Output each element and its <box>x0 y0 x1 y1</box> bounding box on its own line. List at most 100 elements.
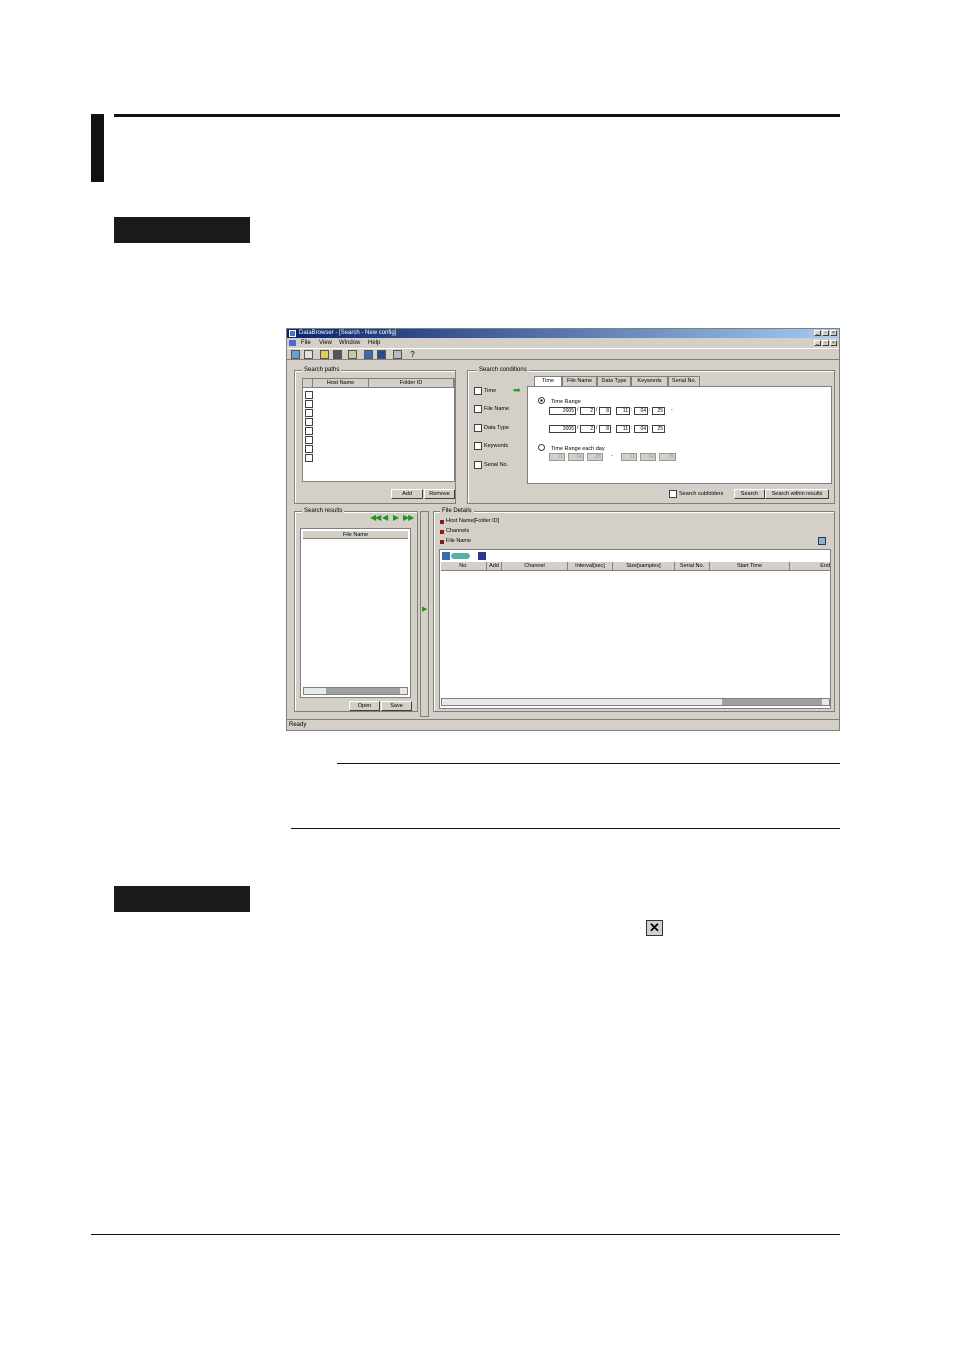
interval-header[interactable]: Interval[sec] <box>568 562 613 571</box>
search-subfolders-checkbox[interactable] <box>669 490 677 498</box>
to-minute-field[interactable]: 04 <box>634 425 648 433</box>
each-from-second-field[interactable]: 25 <box>587 453 603 461</box>
minimize-icon[interactable]: _ <box>814 330 821 336</box>
details-scroll-thumb[interactable] <box>722 699 822 705</box>
select-all-icon[interactable] <box>442 552 450 560</box>
data-type-checkbox[interactable] <box>474 424 482 432</box>
file-name-checkbox[interactable] <box>474 405 482 413</box>
from-second-field[interactable]: 25 <box>652 407 665 415</box>
path-checkbox[interactable] <box>305 418 313 426</box>
each-from-minute-field[interactable]: 04 <box>568 453 584 461</box>
to-day-field[interactable]: 8 <box>599 425 611 433</box>
start-time-header[interactable]: Start Time <box>710 562 790 571</box>
time-range-each-day-radio[interactable] <box>538 444 545 451</box>
section-label-2 <box>114 886 250 912</box>
file-details-title: File Details <box>440 508 474 514</box>
from-year-field[interactable]: 2005 <box>549 407 576 415</box>
to-second-field[interactable]: 25 <box>652 425 665 433</box>
folder-id-header[interactable]: Folder ID <box>369 379 454 388</box>
bullet-icon <box>440 540 444 544</box>
menu-window[interactable]: Window <box>339 338 360 348</box>
menu-view[interactable]: View <box>319 338 332 348</box>
serial-no-header[interactable]: Serial No. <box>675 562 710 571</box>
each-to-hour-field[interactable]: 11 <box>621 453 637 461</box>
file-details-group: File Details Host Name[Folder ID] Channe… <box>433 508 835 712</box>
tab-serial-no[interactable]: Serial No. <box>668 376 700 386</box>
bullet-icon <box>440 530 444 534</box>
save-icon[interactable] <box>333 350 342 359</box>
link-icon[interactable] <box>451 553 470 559</box>
last-result-icon[interactable]: ▶▶ <box>403 513 414 522</box>
channel-header[interactable]: Channel <box>502 562 568 571</box>
first-result-icon[interactable]: ◀◀ <box>370 513 381 522</box>
open-folder-icon[interactable] <box>320 350 329 359</box>
no-header[interactable]: No. <box>441 562 487 571</box>
each-from-hour-field[interactable]: 11 <box>549 453 565 461</box>
splitter[interactable]: ▶ <box>420 511 429 717</box>
close-icon: ✕ <box>646 920 663 936</box>
end-header[interactable]: End <box>790 562 830 571</box>
doc-close-icon[interactable]: × <box>830 340 837 346</box>
tab-keywords[interactable]: Keywords <box>631 376 668 386</box>
search-button[interactable]: Search <box>734 489 765 499</box>
size-header[interactable]: Size[samples] <box>613 562 675 571</box>
doc-minimize-icon[interactable]: _ <box>814 340 821 346</box>
path-checkbox[interactable] <box>305 454 313 462</box>
from-hour-field[interactable]: 11 <box>616 407 630 415</box>
results-scroll-thumb[interactable] <box>326 688 400 694</box>
path-checkbox[interactable] <box>305 427 313 435</box>
path-checkbox[interactable] <box>305 409 313 417</box>
expand-arrow-icon[interactable]: ▶ <box>422 605 427 613</box>
doc-restore-icon[interactable]: ▫ <box>822 340 829 346</box>
details-hscrollbar[interactable] <box>441 698 830 706</box>
from-month-field[interactable]: 2 <box>580 407 595 415</box>
search-paths-list[interactable]: Host Name Folder ID <box>302 378 455 482</box>
path-checkbox[interactable] <box>305 445 313 453</box>
search-subfolders-label: Search subfolders <box>679 491 724 497</box>
new-search-icon[interactable] <box>291 350 300 359</box>
host-name-header[interactable]: Host Name <box>313 379 369 388</box>
time-range-radio[interactable] <box>538 397 545 404</box>
from-day-field[interactable]: 8 <box>599 407 611 415</box>
channel-table[interactable]: No. Add Channel Interval[sec] Size[sampl… <box>439 549 831 709</box>
remove-button[interactable]: Remove <box>424 489 455 499</box>
time-checkbox[interactable] <box>474 387 482 395</box>
detail-view-icon[interactable] <box>818 537 826 545</box>
viewer-icon[interactable] <box>364 350 373 359</box>
search-icon[interactable] <box>348 350 357 359</box>
add-button[interactable]: Add <box>391 489 423 499</box>
to-month-field[interactable]: 2 <box>580 425 595 433</box>
to-year-field[interactable]: 2005 <box>549 425 576 433</box>
search-results-list[interactable]: File Name <box>300 528 411 698</box>
export-icon[interactable] <box>478 552 486 560</box>
to-hour-field[interactable]: 11 <box>616 425 630 433</box>
print-icon[interactable] <box>393 350 402 359</box>
path-checkbox[interactable] <box>305 400 313 408</box>
each-to-minute-field[interactable]: 04 <box>640 453 656 461</box>
restore-icon[interactable]: ▫ <box>822 330 829 336</box>
menu-help[interactable]: Help <box>368 338 380 348</box>
menu-file[interactable]: File <box>301 338 311 348</box>
add-header[interactable]: Add <box>487 562 502 571</box>
serial-no-checkbox[interactable] <box>474 461 482 469</box>
chart-icon[interactable] <box>377 350 386 359</box>
results-hscrollbar[interactable] <box>303 687 408 695</box>
path-checkbox[interactable] <box>305 436 313 444</box>
path-checkbox[interactable] <box>305 391 313 399</box>
search-within-results-button[interactable]: Search within results <box>765 489 829 499</box>
save-button[interactable]: Save <box>381 701 412 711</box>
time-check-label: Time <box>484 388 497 394</box>
tab-file-name[interactable]: File Name <box>562 376 597 386</box>
close-icon[interactable]: × <box>830 330 837 336</box>
each-to-second-field[interactable]: 25 <box>659 453 676 461</box>
status-text: Ready <box>289 722 307 728</box>
new-document-icon[interactable] <box>304 350 313 359</box>
file-name-header[interactable]: File Name <box>303 531 408 539</box>
open-button[interactable]: Open <box>349 701 380 711</box>
next-result-icon[interactable]: ▶ <box>393 513 399 522</box>
help-icon[interactable]: ? <box>408 350 417 359</box>
keywords-checkbox[interactable] <box>474 442 482 450</box>
from-minute-field[interactable]: 04 <box>634 407 648 415</box>
tab-data-type[interactable]: Data Type <box>597 376 631 386</box>
previous-result-icon[interactable]: ◀ <box>382 513 388 522</box>
